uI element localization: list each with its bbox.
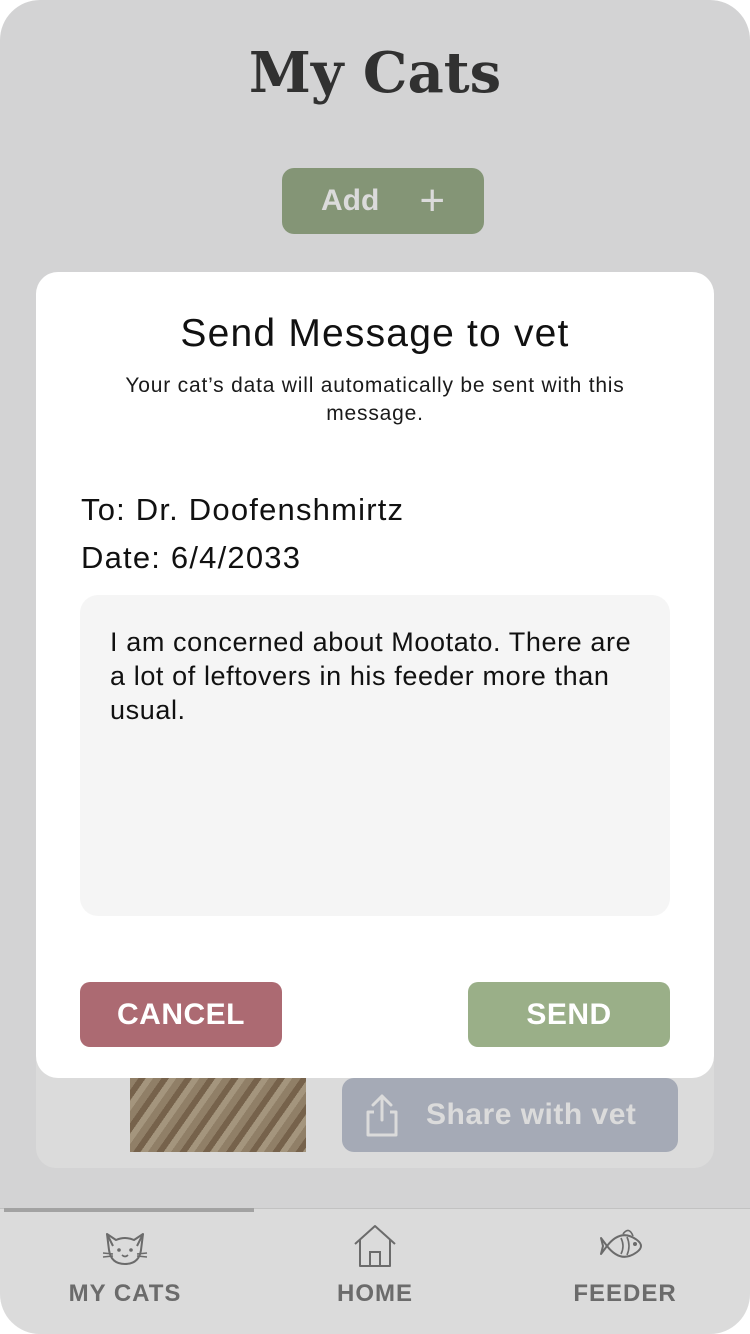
- recipient-line: To: Dr. Doofenshmirtz: [81, 492, 405, 527]
- dialog-title: Send Message to vet: [180, 312, 570, 355]
- app-screen: My Cats Add + Share with vet MY CATS HOM…: [0, 0, 750, 1334]
- date-line: Date: 6/4/2033: [81, 540, 302, 575]
- cancel-button[interactable]: CANCEL: [80, 982, 282, 1047]
- message-textarea[interactable]: I am concerned about Mootato. There are …: [80, 595, 670, 916]
- dialog-subtitle: Your cat’s data will automatically be se…: [125, 374, 625, 425]
- send-message-dialog: Send Message to vet Your cat’s data will…: [36, 272, 714, 1078]
- send-button[interactable]: SEND: [468, 982, 670, 1047]
